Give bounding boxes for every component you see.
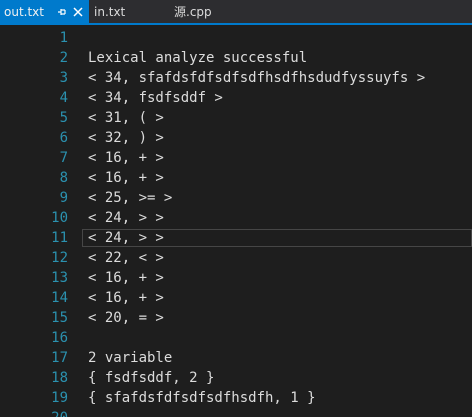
line-number: 11 <box>51 230 68 246</box>
line-text: < 25, >= > <box>88 190 173 206</box>
line-number: 15 <box>51 310 68 326</box>
editor-line[interactable]: 6 < 32, ) > <box>0 128 472 148</box>
line-number: 4 <box>59 90 68 106</box>
line-text: < 24, > > <box>88 210 164 226</box>
tab-out-txt[interactable]: out.txt <box>0 0 89 23</box>
line-number: 13 <box>51 270 68 286</box>
editor-line[interactable]: 15 < 20, = > <box>0 308 472 328</box>
editor-line[interactable]: 17 2 variable <box>0 348 472 368</box>
editor-line[interactable]: 14 < 16, + > <box>0 288 472 308</box>
line-number: 20 <box>0 410 68 417</box>
editor-line[interactable]: 3 < 34, sfafdsfdfsdfsdfhsdfhsdudfyssuyfs … <box>0 68 472 88</box>
line-number: 16 <box>51 330 68 346</box>
line-number: 14 <box>51 290 68 306</box>
editor-line[interactable]: 8 < 16, + > <box>0 168 472 188</box>
editor-line[interactable]: 2 Lexical analyze successful <box>0 48 472 68</box>
document-tab-bar: out.txt in.txt 源.cpp <box>0 0 472 25</box>
line-text: < 34, fsdfsddf > <box>88 90 223 106</box>
line-number: 9 <box>59 190 68 206</box>
line-text: < 16, + > <box>88 290 164 306</box>
editor-line[interactable]: 13 < 16, + > <box>0 268 472 288</box>
tab-label: 源.cpp <box>174 5 212 19</box>
line-text: < 16, + > <box>88 270 164 286</box>
editor-line[interactable]: 10 < 24, > > <box>0 208 472 228</box>
editor-line[interactable]: 4 < 34, fsdfsddf > <box>0 88 472 108</box>
editor-line[interactable]: 11 < 24, > > <box>0 228 472 248</box>
line-number: 19 <box>51 390 68 406</box>
line-number: 5 <box>59 110 68 126</box>
line-number: 12 <box>51 250 68 266</box>
tab-in-txt[interactable]: in.txt <box>94 0 125 23</box>
line-text: < 34, sfafdsfdfsdfsdfhsdfhsdudfyssuyfs > <box>88 70 426 86</box>
tab-label: in.txt <box>94 4 126 19</box>
tab-label: out.txt <box>4 4 44 19</box>
line-text: < 32, ) > <box>88 130 164 146</box>
editor-line[interactable]: 16 <box>0 328 472 348</box>
editor-line[interactable]: 12 < 22, < > <box>0 248 472 268</box>
line-text: Lexical analyze successful <box>88 50 308 66</box>
line-number: 6 <box>59 130 68 146</box>
line-text: < 16, + > <box>88 170 164 186</box>
line-text: < 22, < > <box>88 250 164 266</box>
line-text: < 20, = > <box>88 310 164 326</box>
editor-line[interactable]: 9 < 25, >= > <box>0 188 472 208</box>
editor-line[interactable]: 20 <box>0 408 472 417</box>
line-text: < 16, + > <box>88 150 164 166</box>
line-number: 17 <box>51 350 68 366</box>
text-editor[interactable]: 1 2 Lexical analyze successful 3 < 34, sfafd… <box>0 25 472 417</box>
line-text: 2 variable <box>88 350 173 366</box>
tab-source-cpp[interactable]: 源.cpp <box>174 0 212 23</box>
line-number: 1 <box>59 30 68 46</box>
line-text: < 31, ( > <box>88 110 164 126</box>
pin-icon[interactable] <box>56 6 68 18</box>
line-number: 3 <box>59 70 68 86</box>
editor-line[interactable]: 18 { fsdfsddf, 2 } <box>0 368 472 388</box>
line-text: < 24, > > <box>88 230 164 246</box>
line-text: { sfafdsfdfsdfsdfhsdfh, 1 } <box>88 390 316 406</box>
editor-line[interactable]: 19 { sfafdsfdfsdfsdfhsdfh, 1 } <box>0 388 472 408</box>
line-text: { fsdfsddf, 2 } <box>88 370 215 386</box>
editor-line[interactable]: 1 <box>0 28 472 48</box>
line-number: 7 <box>59 150 68 166</box>
editor-window: out.txt in.txt 源.cpp 1 2 Lexical analyze s… <box>0 0 472 417</box>
line-number: 18 <box>51 370 68 386</box>
editor-line[interactable]: 7 < 16, + > <box>0 148 472 168</box>
close-icon[interactable] <box>72 6 84 18</box>
line-number: 2 <box>59 50 68 66</box>
line-number: 10 <box>51 210 68 226</box>
line-number: 8 <box>59 170 68 186</box>
editor-line[interactable]: 5 < 31, ( > <box>0 108 472 128</box>
